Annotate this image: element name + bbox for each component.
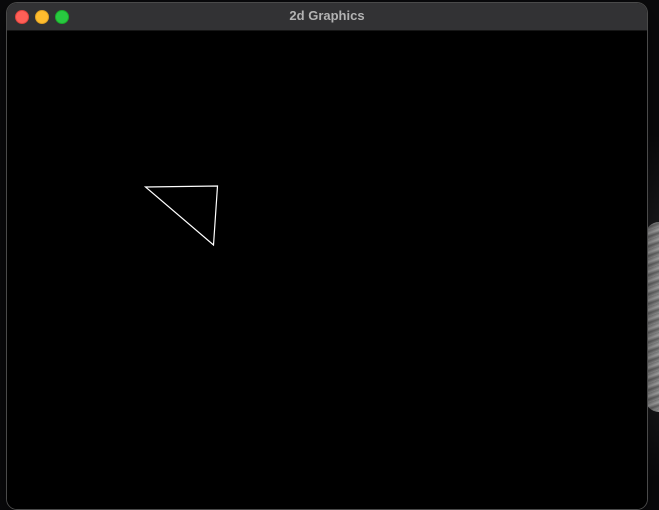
wallpaper-moon [645,222,659,412]
app-window: 2d Graphics [7,3,647,509]
drawing-canvas[interactable] [7,31,647,509]
window-titlebar[interactable]: 2d Graphics [7,3,647,31]
triangle-shape [143,185,219,247]
canvas-svg [143,185,219,247]
window-title: 2d Graphics [289,8,365,23]
